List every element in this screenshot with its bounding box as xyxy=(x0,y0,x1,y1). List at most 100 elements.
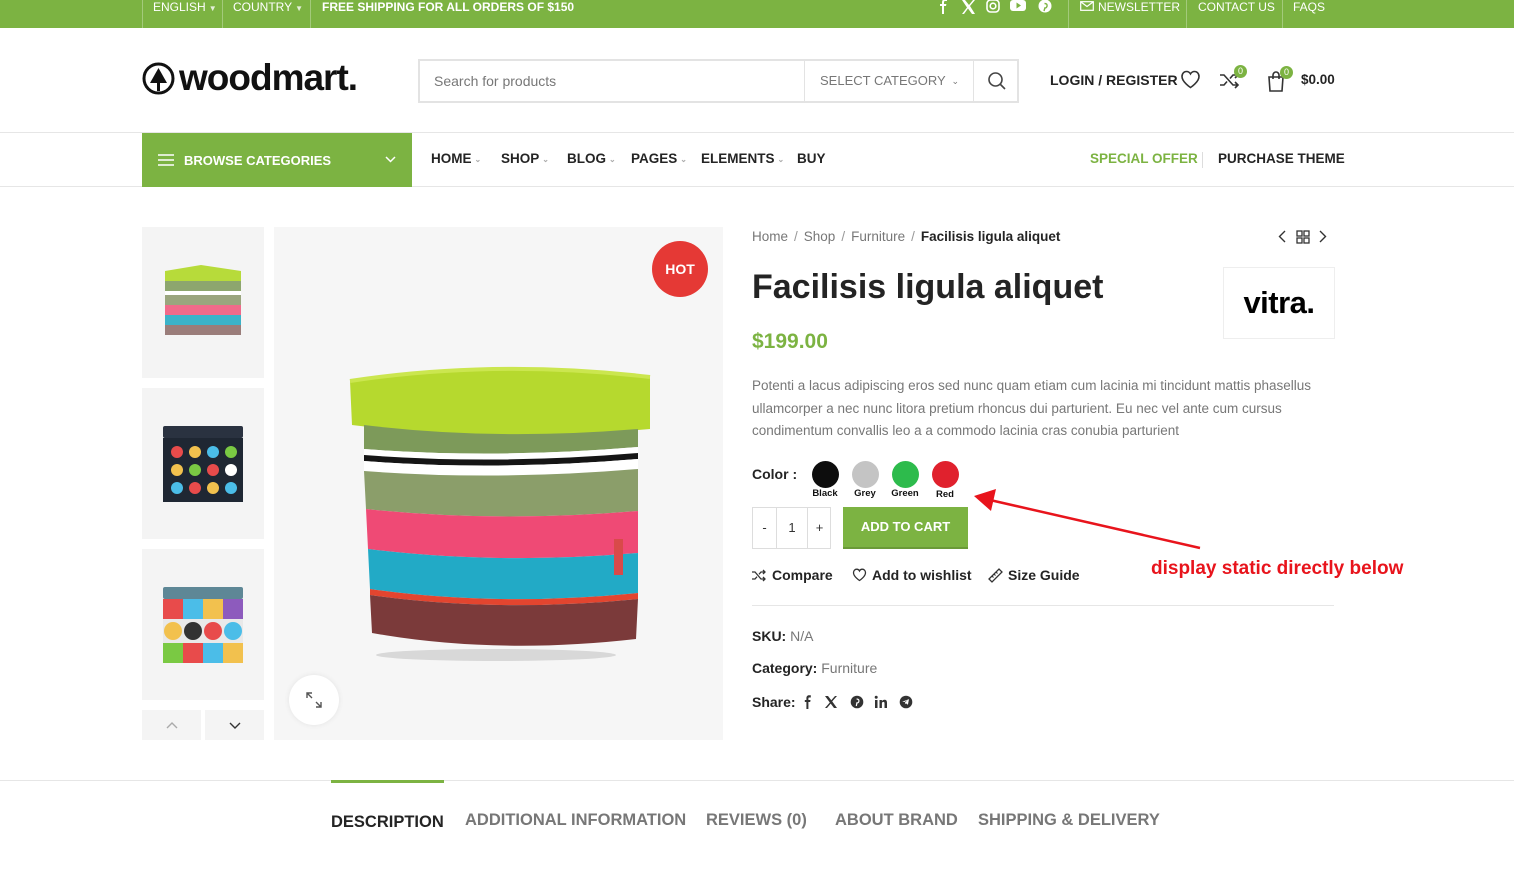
nav-pages[interactable]: PAGES ⌄ xyxy=(631,133,687,187)
newsletter-link[interactable]: NEWSLETTER xyxy=(1080,0,1180,28)
site-logo[interactable]: woodmart. xyxy=(142,57,358,98)
thumbnail-next-button[interactable] xyxy=(205,710,264,740)
login-register-link[interactable]: LOGIN / REGISTER xyxy=(1050,72,1178,88)
chevron-down-icon: ⌄ xyxy=(951,76,959,86)
swatch-label: Black xyxy=(812,488,838,499)
sku-label: SKU: xyxy=(752,628,787,644)
contact-link[interactable]: CONTACT US xyxy=(1198,0,1275,28)
category-select[interactable]: SELECT CATEGORY ⌄ xyxy=(804,61,974,101)
tab-about-brand[interactable]: ABOUT BRAND xyxy=(835,781,958,861)
nav-label: PAGES xyxy=(631,151,678,166)
chevron-right-icon[interactable] xyxy=(1319,230,1327,243)
geometric-stool-image xyxy=(163,586,243,663)
add-to-wishlist-button[interactable]: Add to wishlist xyxy=(852,567,972,583)
brand-logo[interactable]: vitra. xyxy=(1223,267,1335,339)
cart-button[interactable]: 0 xyxy=(1266,66,1293,92)
compare-header-button[interactable]: 0 xyxy=(1219,65,1247,90)
linkedin-icon[interactable] xyxy=(874,695,888,709)
browse-categories-button[interactable]: BROWSE CATEGORIES xyxy=(142,133,412,187)
breadcrumb-separator: / xyxy=(794,229,798,244)
expand-icon xyxy=(306,692,322,708)
heart-icon xyxy=(852,568,867,582)
facebook-icon[interactable] xyxy=(801,695,815,709)
qty-input[interactable]: 1 xyxy=(777,508,807,548)
chevron-down-icon: ⌄ xyxy=(474,155,482,164)
youtube-icon[interactable] xyxy=(1010,0,1026,14)
tab-description[interactable]: DESCRIPTION xyxy=(331,780,444,860)
purchase-theme-link[interactable]: PURCHASE THEME xyxy=(1218,133,1345,187)
newsletter-label: NEWSLETTER xyxy=(1098,0,1181,14)
swatch-red[interactable] xyxy=(932,461,959,488)
product-thumbnail-3[interactable] xyxy=(142,549,264,700)
swatch-grey[interactable] xyxy=(852,461,879,488)
instagram-icon[interactable] xyxy=(985,0,1001,14)
product-thumbnail-1[interactable] xyxy=(142,227,264,378)
faqs-link[interactable]: FAQS xyxy=(1293,0,1325,28)
tab-additional-information[interactable]: ADDITIONAL INFORMATION xyxy=(465,781,686,861)
category-row: Category: Furniture xyxy=(752,660,877,676)
nav-shop[interactable]: SHOP ⌄ xyxy=(501,133,549,187)
shuffle-icon xyxy=(752,569,766,581)
size-guide-button[interactable]: Size Guide xyxy=(988,567,1080,583)
telegram-icon[interactable] xyxy=(899,695,913,709)
x-twitter-icon[interactable] xyxy=(824,695,838,709)
qty-minus-button[interactable]: - xyxy=(753,508,777,548)
divider xyxy=(1202,152,1203,168)
pinterest-icon[interactable] xyxy=(850,695,864,709)
x-twitter-icon[interactable] xyxy=(960,0,976,14)
qty-plus-button[interactable]: + xyxy=(807,508,831,548)
compare-button[interactable]: Compare xyxy=(752,567,833,583)
nav-buy[interactable]: BUY xyxy=(797,133,826,187)
tab-reviews[interactable]: REVIEWS (0) xyxy=(706,781,807,861)
breadcrumb-separator: / xyxy=(841,229,846,244)
product-tabs: DESCRIPTION ADDITIONAL INFORMATION REVIE… xyxy=(0,780,1514,874)
chevron-left-icon[interactable] xyxy=(1278,230,1286,243)
sku-value: N/A xyxy=(790,628,814,644)
breadcrumb-current: Facilisis ligula aliquet xyxy=(920,229,1061,244)
annotation-text: display static directly below xyxy=(1151,558,1404,579)
swatch-green[interactable] xyxy=(892,461,919,488)
product-title: Facilisis ligula aliquet xyxy=(752,268,1104,306)
pinterest-icon[interactable] xyxy=(1037,0,1053,14)
search-input[interactable] xyxy=(420,61,804,101)
swatch-label: Green xyxy=(891,488,919,499)
ruler-icon xyxy=(988,567,1003,583)
breadcrumb-furniture[interactable]: Furniture xyxy=(851,229,905,244)
main-product-image[interactable] xyxy=(274,227,723,740)
divider xyxy=(222,0,223,28)
category-link[interactable]: Furniture xyxy=(821,660,877,676)
wishlist-label: Add to wishlist xyxy=(872,567,972,583)
language-label: ENGLISH xyxy=(153,0,206,14)
top-bar: ENGLISH ▼ COUNTRY ▼ FREE SHIPPING FOR ALL … xyxy=(0,0,1514,28)
nav-elements[interactable]: ELEMENTS ⌄ xyxy=(701,133,784,187)
nav-home[interactable]: HOME ⌄ xyxy=(431,133,481,187)
product-thumbnail-2[interactable] xyxy=(142,388,264,539)
country-switcher[interactable]: COUNTRY ▼ xyxy=(233,0,303,28)
nav-label: SHOP xyxy=(501,151,540,166)
chevron-down-icon: ▼ xyxy=(208,4,217,13)
facebook-icon[interactable] xyxy=(936,0,952,14)
compare-label: Compare xyxy=(772,567,833,583)
search-button[interactable] xyxy=(976,61,1017,101)
add-to-cart-button[interactable]: ADD TO CART xyxy=(843,507,968,549)
divider xyxy=(310,0,311,28)
divider xyxy=(1282,0,1283,28)
tab-shipping-delivery[interactable]: SHIPPING & DELIVERY xyxy=(978,781,1160,861)
grid-icon[interactable] xyxy=(1296,230,1310,244)
chevron-up-icon xyxy=(166,721,177,728)
thumbnail-prev-button[interactable] xyxy=(142,710,201,740)
zoom-button[interactable] xyxy=(289,675,339,725)
cart-count-badge: 0 xyxy=(1280,66,1293,79)
nav-label: HOME xyxy=(431,151,472,166)
special-offer-link[interactable]: SPECIAL OFFER xyxy=(1090,133,1198,187)
swatch-black[interactable] xyxy=(812,461,839,488)
heart-icon[interactable] xyxy=(1180,70,1201,89)
cart-total[interactable]: $0.00 xyxy=(1301,72,1335,87)
search-icon xyxy=(987,72,1006,90)
breadcrumb-shop[interactable]: Shop xyxy=(804,229,836,244)
breadcrumb-home[interactable]: Home xyxy=(752,229,788,244)
language-switcher[interactable]: ENGLISH ▼ xyxy=(153,0,217,28)
divider xyxy=(1068,0,1069,28)
nav-blog[interactable]: BLOG ⌄ xyxy=(567,133,616,187)
quantity-stepper: - 1 + xyxy=(752,507,831,549)
